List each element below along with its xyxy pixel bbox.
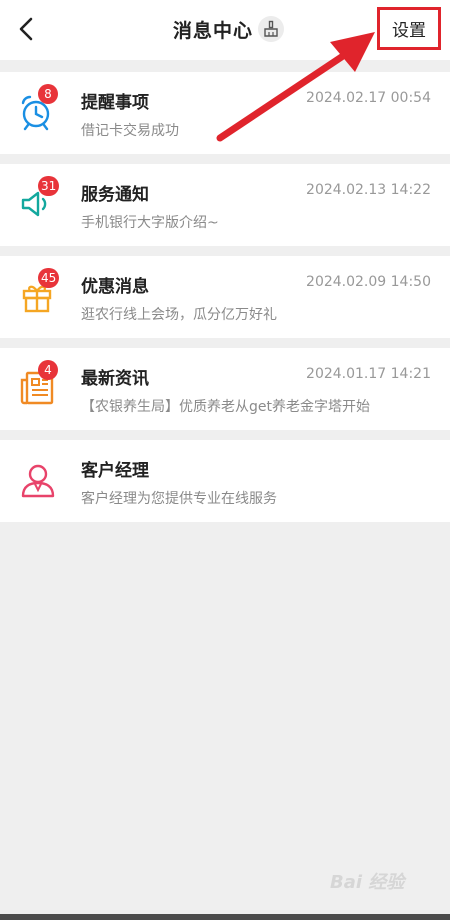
list-item-latest-news[interactable]: 4 最新资讯 2024.01.17 14:21 【农银养生局】优质养老从get养… (0, 348, 450, 430)
settings-button[interactable]: 设置 (377, 7, 441, 50)
list-item-promotions[interactable]: 45 优惠消息 2024.02.09 14:50 逛农行线上会场，瓜分亿万好礼 (0, 256, 450, 338)
item-preview: 借记卡交易成功 (81, 123, 179, 139)
system-nav-bar (0, 914, 450, 920)
unread-badge: 8 (38, 84, 58, 104)
clear-messages-button[interactable] (258, 16, 284, 42)
unread-badge: 4 (38, 360, 58, 380)
item-timestamp: 2024.01.17 14:21 (306, 366, 431, 382)
broom-icon (264, 20, 278, 37)
message-category-list: 8 提醒事项 2024.02.17 00:54 借记卡交易成功 31 服务通知 … (0, 72, 450, 532)
item-title: 提醒事项 (81, 93, 149, 113)
item-timestamp: 2024.02.09 14:50 (306, 274, 431, 290)
list-item-account-manager[interactable]: 客户经理 客户经理为您提供专业在线服务 (0, 440, 450, 522)
unread-badge: 45 (38, 268, 60, 288)
item-preview: 手机银行大字版介绍~ (81, 215, 219, 231)
item-timestamp: 2024.02.17 00:54 (306, 90, 431, 106)
list-item-reminders[interactable]: 8 提醒事项 2024.02.17 00:54 借记卡交易成功 (0, 72, 450, 154)
item-preview: 【农银养生局】优质养老从get养老金字塔开始 (81, 399, 370, 415)
item-preview: 逛农行线上会场，瓜分亿万好礼 (81, 307, 277, 323)
item-title: 最新资讯 (81, 369, 149, 389)
item-title: 服务通知 (81, 185, 149, 205)
header-bar: 消息中心 设置 (0, 0, 450, 60)
unread-badge: 31 (38, 176, 60, 196)
watermark: Bai 经验 (330, 872, 405, 893)
person-icon (21, 464, 55, 498)
item-timestamp: 2024.02.13 14:22 (306, 182, 431, 198)
item-title: 客户经理 (81, 461, 149, 481)
list-item-service-notices[interactable]: 31 服务通知 2024.02.13 14:22 手机银行大字版介绍~ (0, 164, 450, 246)
item-preview: 客户经理为您提供专业在线服务 (81, 491, 277, 507)
item-title: 优惠消息 (81, 277, 149, 297)
